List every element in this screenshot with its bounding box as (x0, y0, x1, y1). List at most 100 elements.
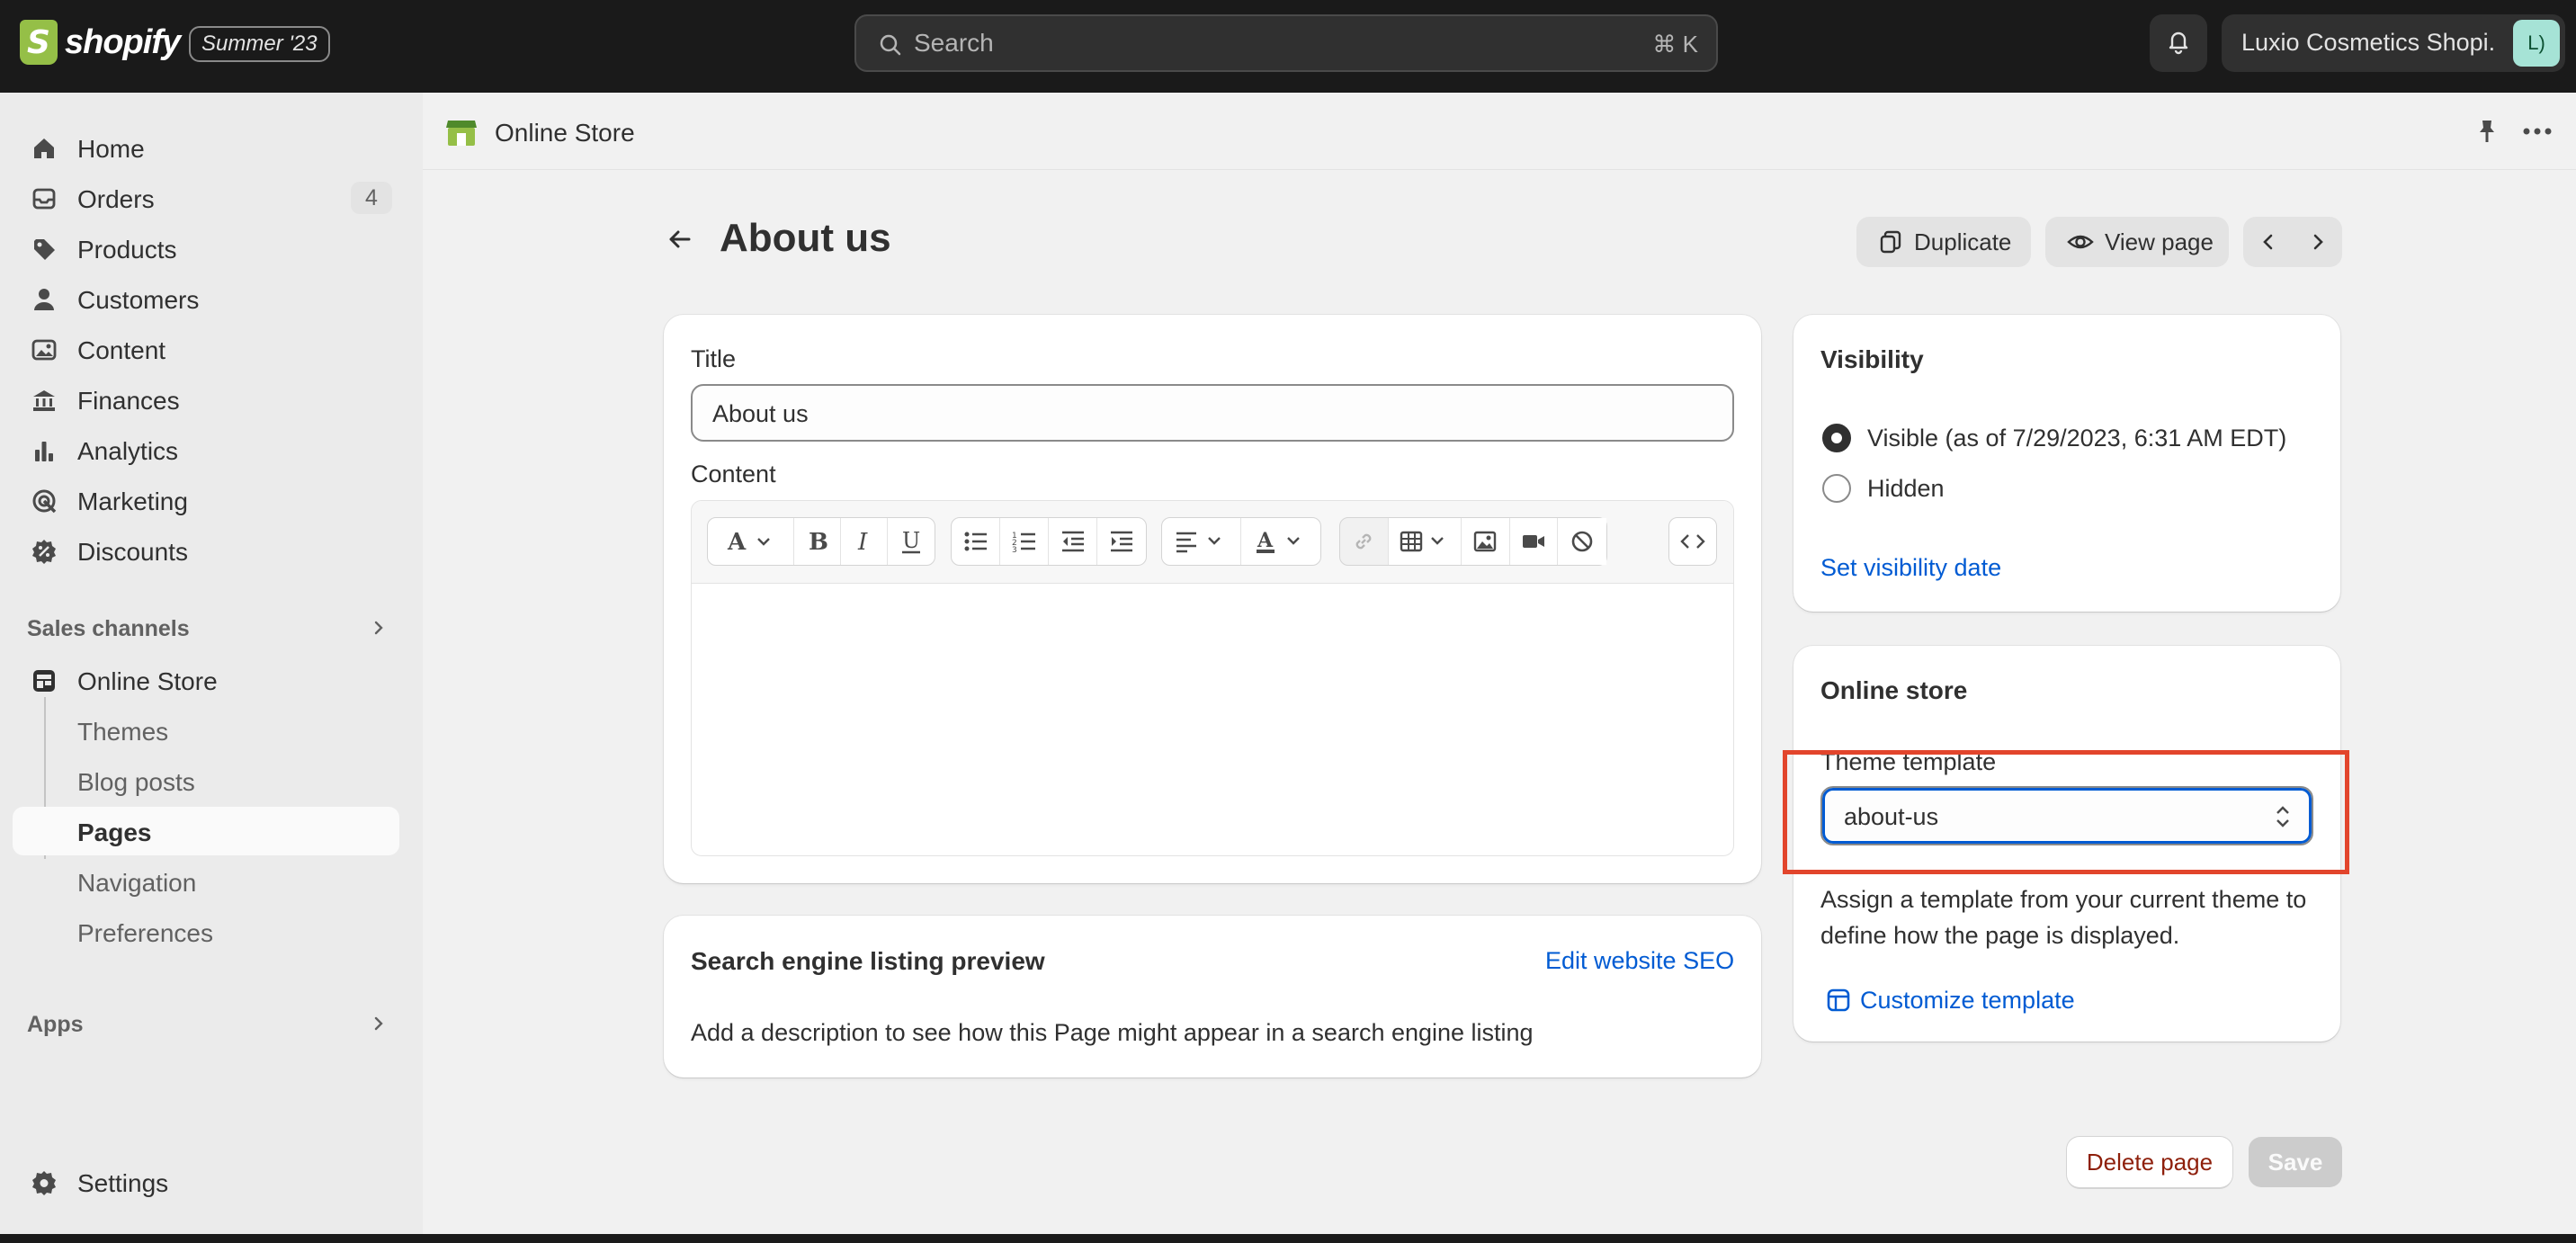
chevron-right-icon[interactable] (369, 618, 389, 642)
table-dropdown[interactable] (1388, 518, 1462, 565)
set-visibility-date-link[interactable]: Set visibility date (1820, 554, 2001, 582)
title-field[interactable] (691, 384, 1734, 442)
bar-chart-icon (31, 437, 58, 464)
sidebar-item-home[interactable]: Home (13, 123, 399, 172)
sidebar-item-label: Marketing (77, 487, 188, 515)
seo-card-title: Search engine listing preview (691, 947, 1045, 975)
code-icon (1680, 534, 1705, 549)
search-bar[interactable]: ⌘ K (854, 14, 1718, 72)
customize-template-icon[interactable] (1826, 988, 1851, 1017)
duplicate-button[interactable]: Duplicate (1856, 217, 2031, 267)
sidebar-item-settings[interactable]: Settings (13, 1158, 399, 1206)
code-group (1668, 517, 1717, 566)
breadcrumb-label[interactable]: Online Store (495, 119, 635, 148)
italic-button[interactable]: I (841, 518, 888, 565)
previous-page-button[interactable] (2243, 217, 2293, 267)
insert-image-button[interactable] (1462, 518, 1510, 565)
sidebar-item-orders[interactable]: Orders 4 (13, 174, 399, 222)
numbered-list-button[interactable]: 123 (1000, 518, 1049, 565)
online-store-card-title: Online store (1820, 676, 1968, 704)
font-icon: A (727, 529, 770, 555)
more-actions-icon[interactable] (2522, 125, 2553, 142)
underline-button[interactable]: U (888, 518, 935, 565)
align-color-group: A (1161, 517, 1321, 566)
clear-formatting-button[interactable] (1558, 518, 1606, 565)
search-icon (878, 32, 903, 62)
bell-icon (2165, 28, 2192, 59)
notifications-button[interactable] (2150, 14, 2207, 72)
sidebar-item-label: Preferences (77, 919, 213, 947)
sidebar-item-label: Online Store (77, 667, 218, 695)
view-page-label: View page (2105, 228, 2214, 255)
duplicate-label: Duplicate (1914, 228, 2012, 255)
font-style-dropdown[interactable]: A (708, 518, 794, 565)
sidebar-item-marketing[interactable]: Marketing (13, 476, 399, 524)
page-pager (2243, 217, 2342, 267)
outdent-button[interactable] (1049, 518, 1097, 565)
image-icon (31, 336, 58, 363)
bulleted-list-button[interactable] (952, 518, 1000, 565)
sidebar-item-discounts[interactable]: Discounts (13, 526, 399, 575)
sidebar-subitem-themes[interactable]: Themes (13, 706, 399, 755)
sidebar-item-customers[interactable]: Customers (13, 274, 399, 323)
pin-icon[interactable] (2473, 118, 2500, 149)
delete-page-button[interactable]: Delete page (2067, 1137, 2232, 1187)
next-page-button[interactable] (2293, 217, 2342, 267)
back-arrow-icon[interactable] (666, 225, 694, 258)
search-input[interactable] (914, 25, 1543, 61)
indent-button[interactable] (1097, 518, 1146, 565)
bullet-list-icon (964, 532, 987, 551)
text-format-group: A B I U (707, 517, 935, 566)
sidebar-item-label: Navigation (77, 869, 197, 897)
sidebar-item-analytics[interactable]: Analytics (13, 425, 399, 474)
hidden-radio[interactable] (1822, 474, 1851, 503)
discount-icon (31, 538, 58, 565)
shopify-logo[interactable]: S shopify (20, 20, 181, 65)
apps-heading[interactable]: Apps (27, 1012, 84, 1038)
logo-letter: S (27, 23, 50, 61)
visible-radio-label[interactable]: Visible (as of 7/29/2023, 6:31 AM EDT) (1867, 425, 2286, 452)
underline-icon: U (902, 528, 920, 554)
sidebar-item-content[interactable]: Content (13, 325, 399, 373)
svg-text:B: B (809, 529, 828, 555)
seo-preview-card (664, 916, 1761, 1078)
bold-button[interactable]: B (794, 518, 841, 565)
alignment-dropdown[interactable] (1162, 518, 1241, 565)
link-button[interactable] (1340, 518, 1389, 565)
customize-template-link[interactable]: Customize template (1860, 987, 2075, 1015)
chevron-right-icon[interactable] (369, 1014, 389, 1038)
clear-formatting-icon (1571, 531, 1593, 552)
sidebar-subitem-preferences[interactable]: Preferences (13, 908, 399, 956)
tag-icon (31, 236, 58, 263)
home-icon (31, 135, 58, 162)
insert-video-button[interactable] (1509, 518, 1559, 565)
sidebar-subitem-pages[interactable]: Pages (13, 807, 399, 855)
sidebar-subitem-navigation[interactable]: Navigation (13, 857, 399, 906)
hidden-radio-label[interactable]: Hidden (1867, 475, 1945, 503)
store-menu-button[interactable]: Luxio Cosmetics Shopi... L) (2222, 14, 2565, 72)
sidebar: Home Orders 4 Products Customers Content… (0, 93, 423, 1234)
visible-radio[interactable] (1822, 424, 1851, 452)
save-button[interactable]: Save (2249, 1137, 2342, 1187)
sidebar-item-products[interactable]: Products (13, 224, 399, 273)
view-page-button[interactable]: View page (2045, 217, 2229, 267)
table-icon (1400, 531, 1444, 552)
sidebar-item-label: Blog posts (77, 768, 195, 796)
sales-channels-heading[interactable]: Sales channels (27, 616, 190, 642)
rich-text-editor[interactable]: A B I U 123 A (691, 500, 1734, 856)
edit-seo-link[interactable]: Edit website SEO (1545, 947, 1734, 975)
text-color-dropdown[interactable]: A (1241, 518, 1320, 565)
sidebar-item-label: Finances (77, 387, 180, 415)
sidebar-item-label: Orders (77, 185, 155, 213)
chevron-left-icon (2262, 234, 2272, 250)
title-input[interactable] (712, 397, 1649, 431)
chevron-right-icon (2313, 234, 2323, 250)
template-help-text: Assign a template from your current them… (1820, 886, 2307, 949)
orders-count-badge: 4 (351, 182, 392, 214)
show-html-button[interactable] (1669, 518, 1716, 565)
sidebar-item-finances[interactable]: Finances (13, 375, 399, 424)
online-store-icon (444, 115, 479, 154)
align-left-icon (1176, 532, 1221, 553)
sidebar-subitem-blog-posts[interactable]: Blog posts (13, 756, 399, 805)
sidebar-item-online-store[interactable]: Online Store (13, 656, 399, 704)
